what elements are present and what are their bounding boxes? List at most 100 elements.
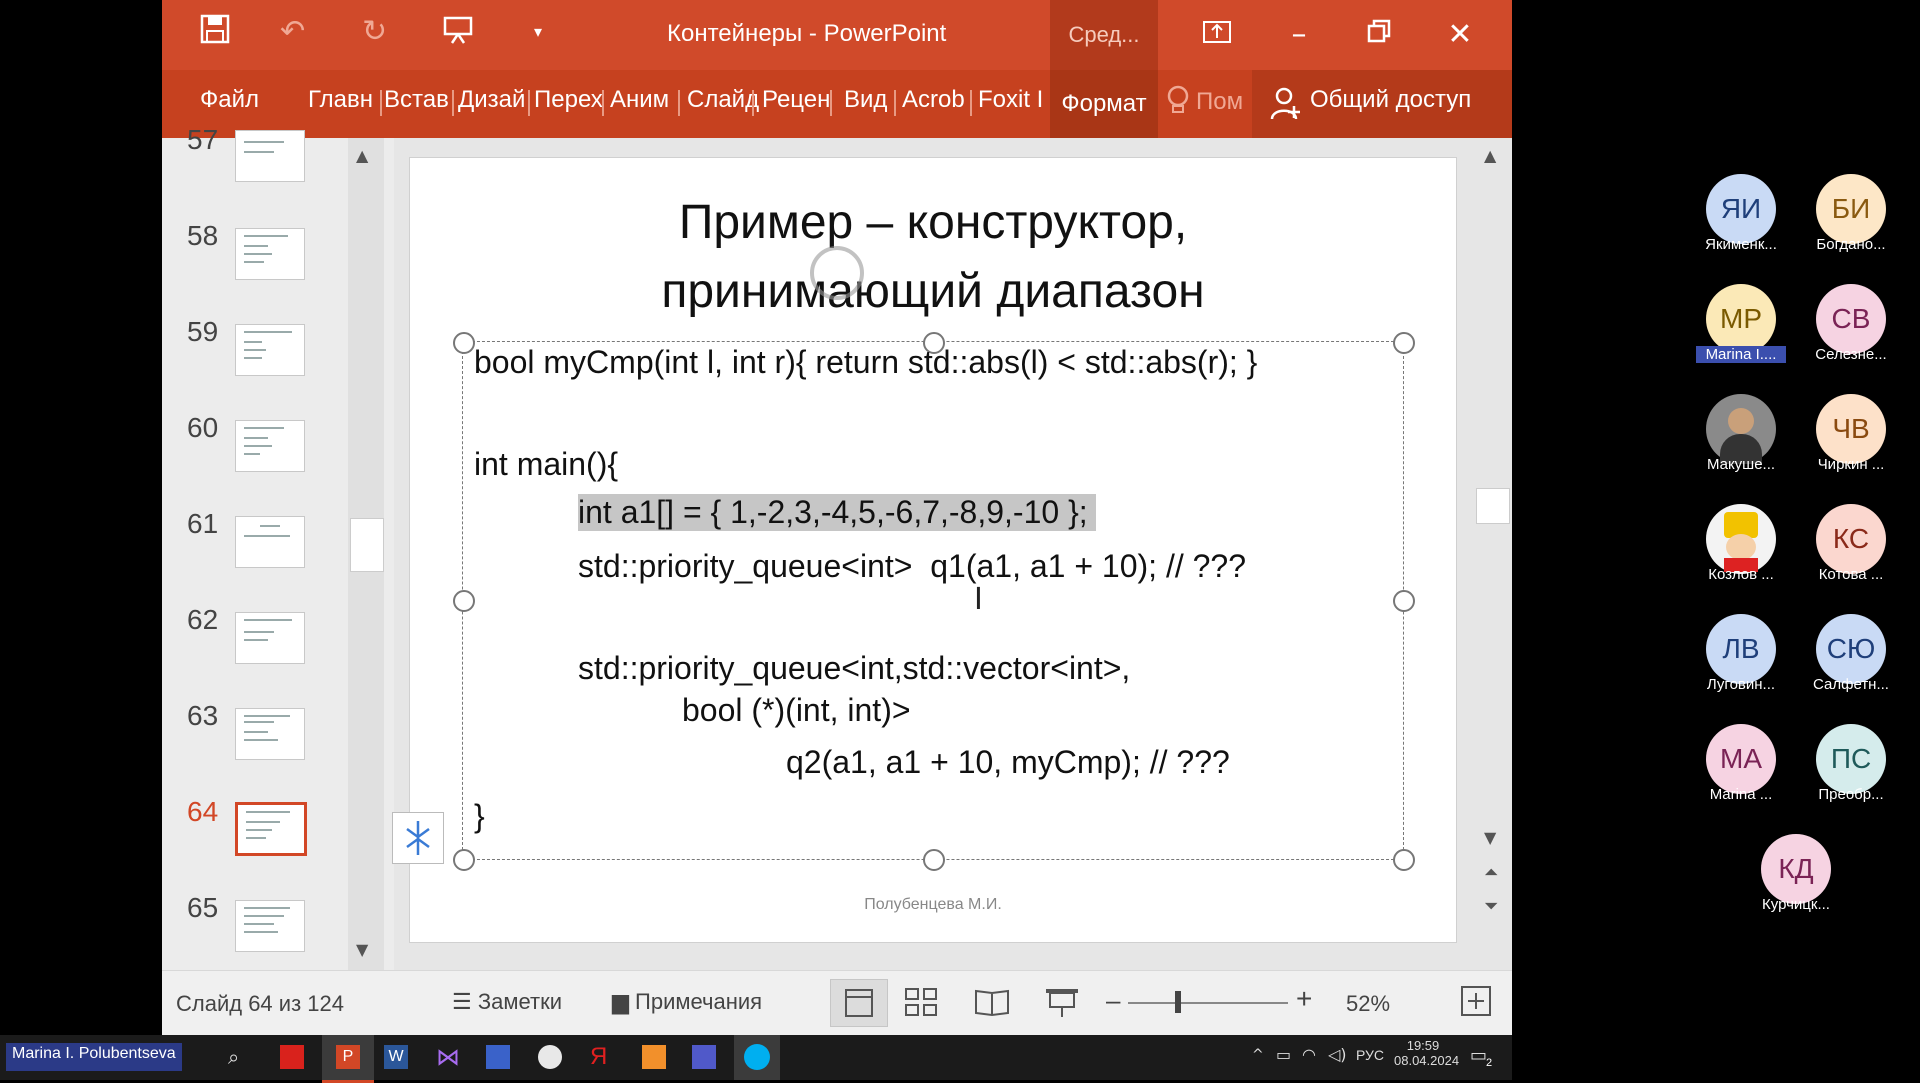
- zoom-level[interactable]: 52%: [1346, 991, 1390, 1017]
- resize-handle[interactable]: [1393, 590, 1415, 612]
- tab-design[interactable]: Дизай: [458, 86, 525, 114]
- saver-app-icon[interactable]: [486, 1045, 510, 1069]
- comments-button[interactable]: ▆ Примечания: [612, 989, 762, 1015]
- zoom-out-icon[interactable]: –: [1106, 985, 1120, 1016]
- powerpoint-app-icon[interactable]: P: [322, 1035, 374, 1083]
- notifications-icon[interactable]: ▭: [1470, 1045, 1487, 1066]
- yandex-browser-icon[interactable]: [538, 1045, 562, 1069]
- search-icon[interactable]: ⌕: [228, 1045, 239, 1069]
- save-icon[interactable]: [200, 14, 230, 52]
- redo-icon[interactable]: ↻: [362, 14, 387, 49]
- fit-to-window-icon[interactable]: [1458, 983, 1494, 1023]
- tab-acrobat[interactable]: Acrob: [902, 86, 965, 114]
- customize-quick-access-icon[interactable]: ▾: [534, 22, 542, 41]
- start-slideshow-icon[interactable]: [442, 14, 474, 54]
- participant-avatar[interactable]: СВ: [1816, 284, 1886, 354]
- clock[interactable]: 19:59 08.04.2024: [1394, 1038, 1459, 1068]
- tab-foxit[interactable]: Foxit I: [978, 86, 1043, 114]
- contextual-tab-group[interactable]: Сред...: [1050, 0, 1158, 70]
- resize-handle[interactable]: [923, 849, 945, 871]
- rotate-handle-icon[interactable]: [810, 246, 864, 300]
- resize-handle[interactable]: [453, 590, 475, 612]
- share-label: Общий доступ: [1310, 86, 1472, 113]
- app-icon[interactable]: [642, 1045, 666, 1069]
- previous-slide-icon[interactable]: ⏶: [1484, 862, 1498, 883]
- notes-button[interactable]: ☰ Заметки: [452, 989, 562, 1015]
- slideshow-view-icon[interactable]: [1038, 979, 1086, 1029]
- minimize-button[interactable]: –: [1269, 8, 1329, 62]
- slide-title[interactable]: Пример – конструктор, принимающий диапаз…: [410, 188, 1456, 326]
- tab-format[interactable]: Формат: [1050, 70, 1158, 138]
- slide-thumbnail-current[interactable]: [235, 802, 307, 856]
- tab-insert[interactable]: Встав: [384, 86, 449, 114]
- teams-app-icon[interactable]: [692, 1045, 716, 1069]
- resize-handle[interactable]: [1393, 332, 1415, 354]
- tab-home[interactable]: Главн: [308, 86, 373, 114]
- participant-avatar[interactable]: ЛВ: [1706, 614, 1776, 684]
- tab-animations[interactable]: Аним: [610, 86, 669, 114]
- zoom-slider[interactable]: [1128, 1002, 1288, 1004]
- scroll-up-icon[interactable]: ▲: [356, 146, 368, 165]
- slide-canvas[interactable]: Пример – конструктор, принимающий диапаз…: [410, 158, 1456, 942]
- scroll-down-icon[interactable]: ▼: [356, 940, 368, 959]
- ribbon-display-options-icon[interactable]: [1187, 8, 1247, 62]
- tab-separator: [752, 90, 754, 116]
- slide-thumbnail[interactable]: [235, 708, 305, 760]
- resize-handle[interactable]: [453, 332, 475, 354]
- participant-photo-avatar[interactable]: [1706, 504, 1776, 574]
- reading-view-icon[interactable]: [968, 979, 1016, 1029]
- slide-thumbnail[interactable]: [235, 324, 305, 376]
- participant-avatar[interactable]: КД: [1761, 834, 1831, 904]
- resize-handle[interactable]: [453, 849, 475, 871]
- tab-transitions[interactable]: Перех: [534, 86, 603, 114]
- slide-sorter-icon[interactable]: [898, 979, 946, 1029]
- thumbnails-scrollbar[interactable]: ▲ ▼: [348, 138, 384, 970]
- participant-photo-avatar[interactable]: [1706, 394, 1776, 464]
- share-button[interactable]: Общий доступ: [1252, 70, 1512, 138]
- undo-icon[interactable]: ↶: [280, 14, 305, 49]
- scroll-up-icon[interactable]: ▲: [1484, 146, 1496, 165]
- participant-avatar[interactable]: БИ: [1816, 174, 1886, 244]
- code-textbox-selection[interactable]: [462, 341, 1404, 860]
- scroll-down-icon[interactable]: ▼: [1484, 828, 1496, 847]
- participant-avatar[interactable]: КС: [1816, 504, 1886, 574]
- close-button[interactable]: ✕: [1430, 8, 1490, 62]
- tell-me-box[interactable]: Пом: [1162, 72, 1246, 136]
- participant-avatar[interactable]: ЯИ: [1706, 174, 1776, 244]
- scrollbar-thumb[interactable]: [350, 518, 384, 572]
- slide-scrollbar[interactable]: ▲ ▼ ⏶ ⏷: [1474, 138, 1512, 970]
- resize-handle[interactable]: [1393, 849, 1415, 871]
- acrobat-app-icon[interactable]: [280, 1045, 304, 1069]
- slide-thumbnail[interactable]: [235, 516, 305, 568]
- volume-icon[interactable]: ◁): [1328, 1045, 1347, 1064]
- battery-icon[interactable]: ▭: [1276, 1045, 1291, 1064]
- tray-expand-icon[interactable]: ^: [1252, 1047, 1264, 1063]
- slide-thumbnail[interactable]: [235, 612, 305, 664]
- participant-avatar[interactable]: ЧВ: [1816, 394, 1886, 464]
- restore-button[interactable]: [1349, 8, 1409, 62]
- tab-file[interactable]: Файл: [200, 86, 259, 114]
- participant-avatar[interactable]: ПС: [1816, 724, 1886, 794]
- slide-thumbnail[interactable]: [235, 228, 305, 280]
- slide-thumbnail[interactable]: [235, 900, 305, 952]
- slide-thumbnail[interactable]: [235, 420, 305, 472]
- scrollbar-thumb[interactable]: [1476, 488, 1510, 524]
- autofit-options-icon[interactable]: [392, 812, 444, 864]
- visual-studio-app-icon[interactable]: ⋈: [436, 1043, 460, 1071]
- slide-thumbnail[interactable]: [235, 130, 305, 182]
- yandex-app-icon[interactable]: Я: [590, 1043, 607, 1071]
- participant-avatar[interactable]: МР: [1706, 284, 1776, 354]
- next-slide-icon[interactable]: ⏷: [1484, 896, 1498, 917]
- wifi-icon[interactable]: ◠: [1302, 1045, 1316, 1064]
- zoom-in-icon[interactable]: +: [1296, 983, 1312, 1015]
- input-language[interactable]: РУС: [1356, 1047, 1384, 1063]
- skype-app-icon[interactable]: [734, 1035, 780, 1080]
- tab-view[interactable]: Вид: [844, 86, 887, 114]
- word-app-icon[interactable]: W: [384, 1045, 408, 1069]
- zoom-slider-thumb[interactable]: [1175, 991, 1181, 1013]
- participant-avatar[interactable]: СЮ: [1816, 614, 1886, 684]
- tab-slideshow[interactable]: Слайд: [687, 86, 759, 114]
- tab-review[interactable]: Рецен: [762, 86, 830, 114]
- normal-view-icon[interactable]: [830, 979, 888, 1027]
- participant-avatar[interactable]: МА: [1706, 724, 1776, 794]
